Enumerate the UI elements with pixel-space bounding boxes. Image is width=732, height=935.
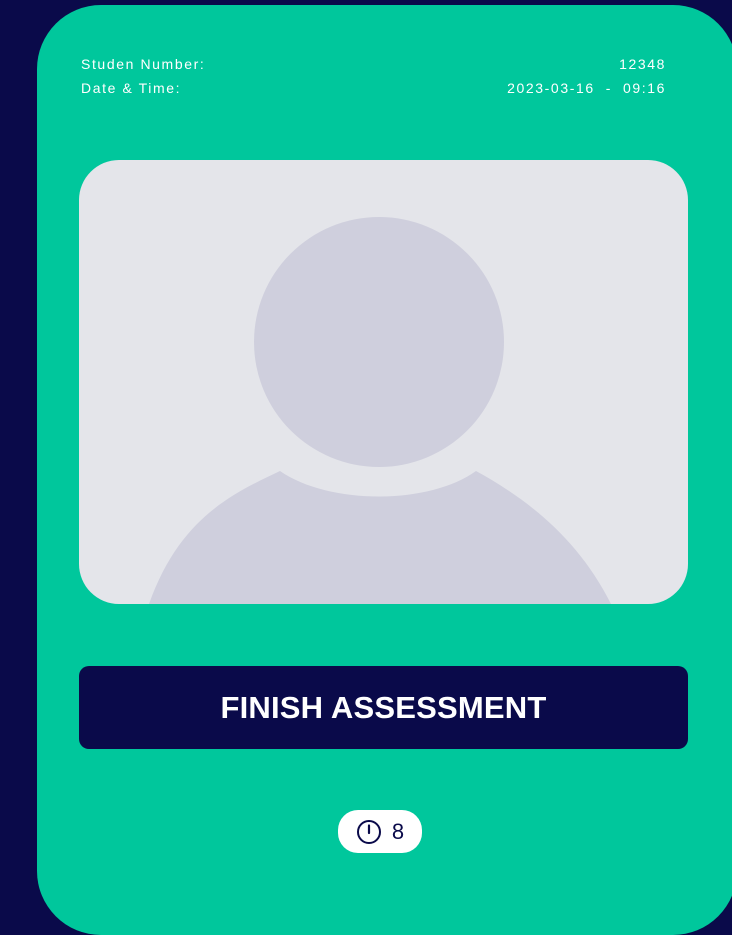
date-time-label: Date & Time: — [81, 80, 182, 96]
countdown-timer: 8 — [338, 810, 422, 853]
date-time-value: 2023-03-16 - 09:16 — [507, 80, 666, 96]
assessment-card: Studen Number: 12348 Date & Time: 2023-0… — [37, 5, 732, 935]
clock-alert-icon — [356, 819, 381, 844]
student-photo — [79, 160, 688, 604]
date-time-row: Date & Time: 2023-03-16 - 09:16 — [81, 80, 666, 96]
student-number-value: 12348 — [619, 56, 666, 72]
timer-value: 8 — [391, 818, 405, 844]
finish-assessment-button[interactable]: FINISH ASSESSMENT — [79, 666, 688, 749]
student-number-row: Studen Number: 12348 — [81, 56, 666, 72]
avatar-placeholder-icon — [149, 217, 611, 604]
student-number-label: Studen Number: — [81, 56, 206, 72]
